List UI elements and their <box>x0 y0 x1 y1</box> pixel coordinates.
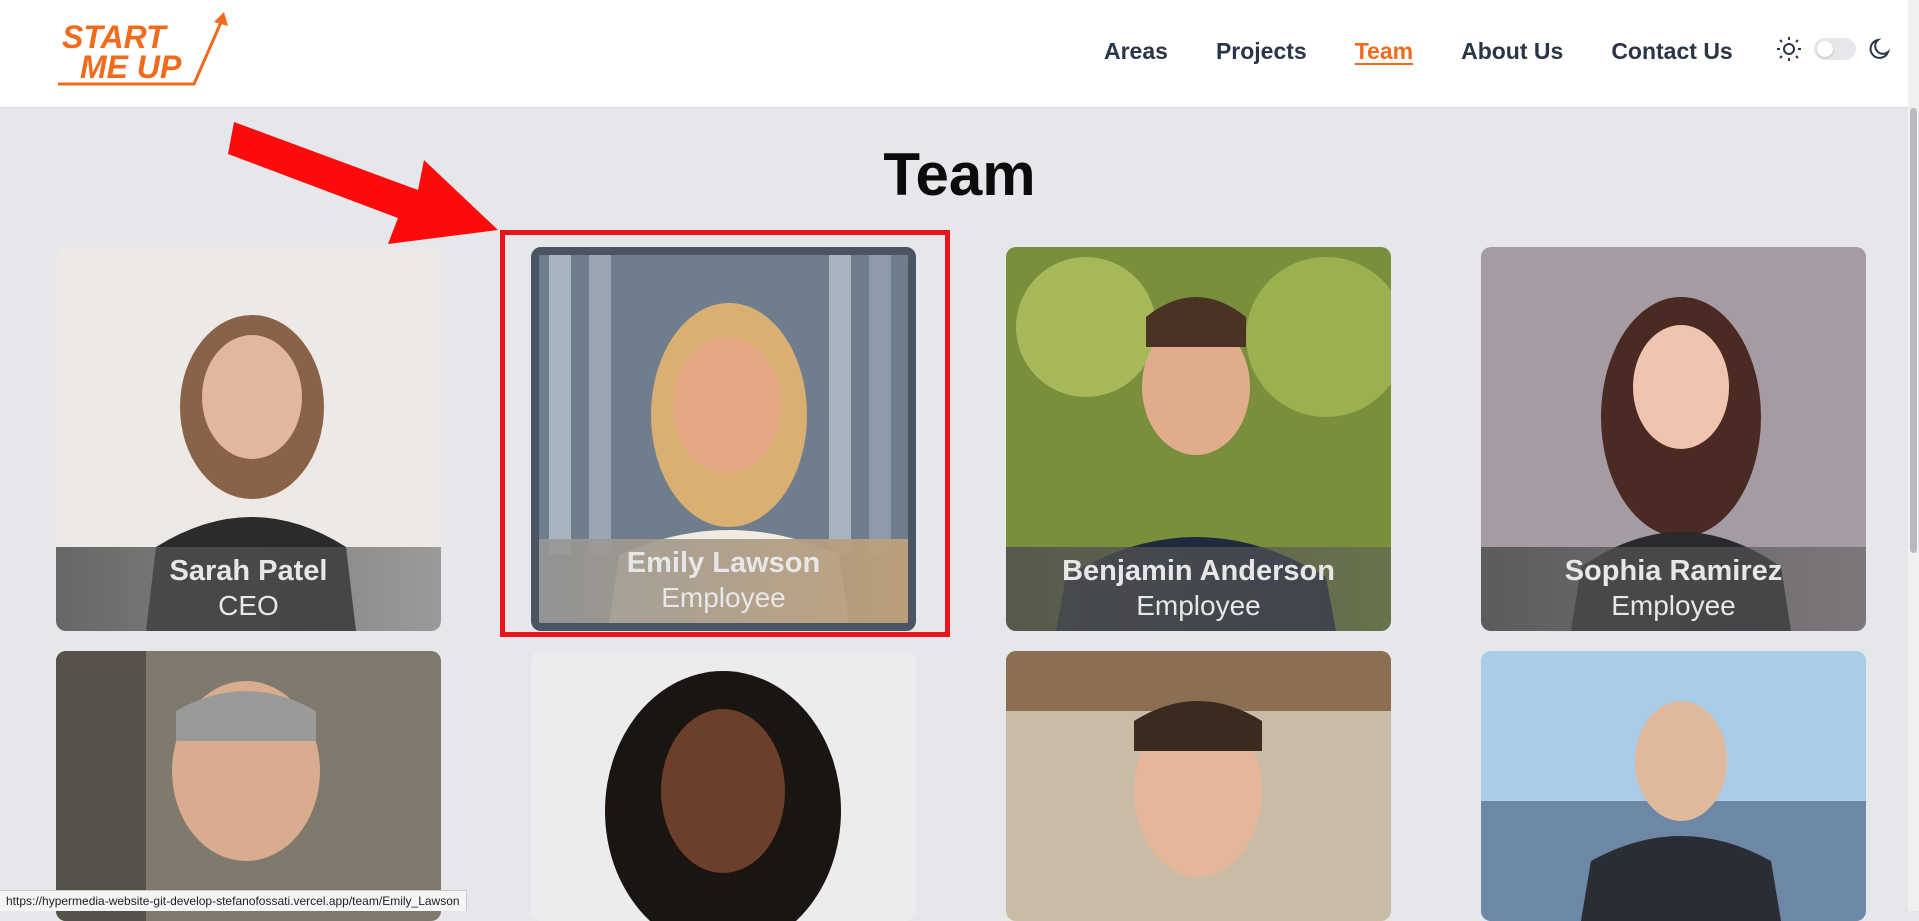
member-role: CEO <box>218 590 279 621</box>
moon-icon <box>1866 34 1896 64</box>
link-preview-statusbar: https://hypermedia-website-git-develop-s… <box>0 890 467 911</box>
sun-icon <box>1774 34 1804 64</box>
card-caption: Sarah Patel CEO <box>56 547 441 631</box>
team-card-sophia-ramirez[interactable]: Sophia Ramirez Employee <box>1481 247 1866 631</box>
card-caption: Sophia Ramirez Employee <box>1481 547 1866 631</box>
member-name: Sophia Ramirez <box>1564 555 1783 587</box>
member-role: Employee <box>1136 590 1261 621</box>
site-header: START ME UP Areas Projects Team About Us… <box>0 0 1919 108</box>
svg-text:ME UP: ME UP <box>80 49 182 85</box>
annotation-arrow <box>228 122 498 244</box>
team-card-benjamin-anderson[interactable]: Benjamin Anderson Employee <box>1006 247 1391 631</box>
nav-areas[interactable]: Areas <box>1104 38 1168 65</box>
toggle-knob <box>1817 41 1833 57</box>
theme-toggle[interactable] <box>1814 38 1856 60</box>
member-name: Benjamin Anderson <box>1062 555 1335 587</box>
team-card-sarah-patel[interactable]: Sarah Patel CEO <box>56 247 441 631</box>
team-card[interactable] <box>1006 651 1391 921</box>
nav-projects[interactable]: Projects <box>1216 38 1307 65</box>
nav-contact-us[interactable]: Contact Us <box>1611 38 1732 65</box>
vertical-scrollbar[interactable] <box>1908 0 1919 911</box>
theme-switcher <box>1774 34 1896 64</box>
main-nav: Areas Projects Team About Us Contact Us <box>1080 0 1757 103</box>
nav-about-us[interactable]: About Us <box>1461 38 1563 65</box>
portrait-photo <box>531 651 916 921</box>
member-role: Employee <box>1611 590 1736 621</box>
team-card[interactable] <box>56 651 441 921</box>
annotation-highlight-box <box>500 230 950 637</box>
nav-team[interactable]: Team <box>1355 38 1413 65</box>
portrait-photo <box>1006 651 1391 921</box>
start-me-up-logo[interactable]: START ME UP <box>54 12 230 88</box>
member-name: Sarah Patel <box>169 555 328 587</box>
portrait-photo <box>1481 651 1866 921</box>
team-card[interactable] <box>1481 651 1866 921</box>
card-caption: Benjamin Anderson Employee <box>1006 547 1391 631</box>
portrait-photo <box>56 651 441 921</box>
team-card[interactable] <box>531 651 916 921</box>
